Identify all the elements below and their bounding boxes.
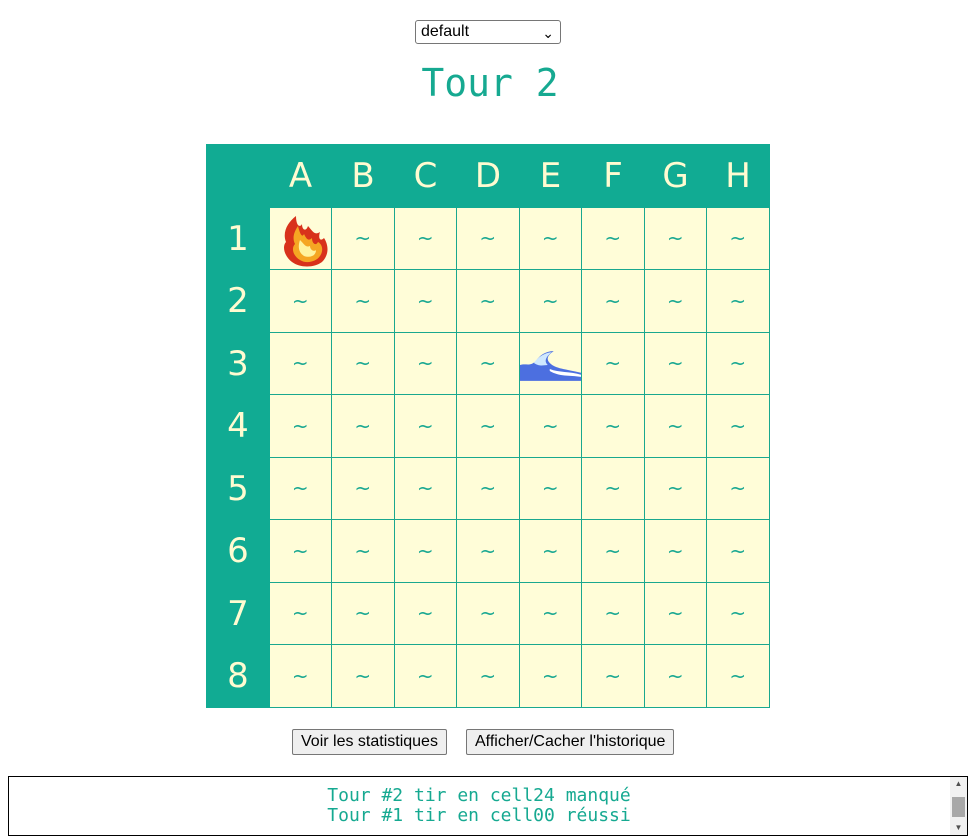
board-cell[interactable]: ~ [457,457,520,520]
board-cell[interactable]: ~ [269,395,332,458]
board-cell[interactable]: ~ [457,520,520,583]
board-cell-miss[interactable] [519,332,582,395]
column-header-h: H [725,156,751,196]
wave-icon [519,351,581,381]
board-cell[interactable]: ~ [394,520,457,583]
board-cell[interactable]: ~ [332,582,395,645]
board-cell[interactable]: ~ [644,582,707,645]
column-header-f: F [603,156,623,196]
board-cell[interactable]: ~ [269,457,332,520]
board-cell[interactable]: ~ [457,645,520,708]
toggle-history-button[interactable]: Afficher/Cacher l'historique [466,729,675,755]
board-cell[interactable]: ~ [457,270,520,333]
board-cell[interactable]: ~ [582,582,645,645]
board-cell[interactable]: ~ [519,457,582,520]
game-board: A B C D E F G H 1 2 3 4 5 6 7 8 ~ ~ ~ ~ ~ ~ ~ ~ ~ ~ ~ ~ ~ ~ ~ ~ ~ ~ ~ ~ ~ ~ ~ ~… [206,144,770,708]
board-cell-hit[interactable] [269,207,332,270]
board-cell[interactable]: ~ [394,395,457,458]
board-cell[interactable]: ~ [582,520,645,583]
row-header-8: 8 [227,656,249,696]
row-header-4: 4 [227,406,249,446]
row-header-7: 7 [227,593,249,634]
scroll-up-icon[interactable]: ▲ [950,777,967,791]
board-cell[interactable]: ~ [707,332,770,395]
board-cell[interactable]: ~ [707,270,770,333]
board-cell[interactable]: ~ [582,332,645,395]
board-cell[interactable]: ~ [394,457,457,520]
board-cell[interactable]: ~ [582,207,645,270]
board-cell[interactable]: ~ [644,457,707,520]
board-cell[interactable]: ~ [519,582,582,645]
row-header-1: 1 [227,218,249,259]
column-header-g: G [662,156,689,196]
mode-select[interactable]: default ⌄ [415,20,561,44]
board-cell[interactable]: ~ [332,207,395,270]
board-cell[interactable]: ~ [707,395,770,458]
board-cell[interactable]: ~ [269,270,332,333]
board-cell[interactable]: ~ [332,395,395,458]
board-cell[interactable]: ~ [707,645,770,708]
board-cell[interactable]: ~ [457,207,520,270]
scroll-down-icon[interactable]: ▼ [950,821,967,835]
board-cell[interactable]: ~ [457,582,520,645]
scroll-thumb[interactable] [952,797,965,817]
mode-select-value: default [421,23,470,40]
board-cell[interactable]: ~ [707,207,770,270]
board-cell[interactable]: ~ [394,645,457,708]
column-header-d: D [474,156,502,196]
board-cell[interactable]: ~ [582,395,645,458]
history-scrollbar[interactable]: ▲ ▼ [950,777,967,835]
board-cell[interactable]: ~ [269,520,332,583]
board-cell[interactable]: ~ [332,457,395,520]
board-cell[interactable]: ~ [519,270,582,333]
board-cell[interactable]: ~ [644,520,707,583]
board-cell[interactable]: ~ [394,270,457,333]
column-header-a: A [288,156,313,196]
board-cell[interactable]: ~ [519,207,582,270]
fire-icon [283,215,327,266]
board-cell[interactable]: ~ [519,395,582,458]
board-cell[interactable]: ~ [332,645,395,708]
stats-button[interactable]: Voir les statistiques [292,729,447,755]
board-cell[interactable]: ~ [519,645,582,708]
board-cell[interactable]: ~ [644,395,707,458]
board-cell[interactable]: ~ [644,645,707,708]
board-cell[interactable]: ~ [457,332,520,395]
board-cell[interactable]: ~ [394,582,457,645]
board-cell[interactable]: ~ [457,395,520,458]
board-cell[interactable]: ~ [269,332,332,395]
board-cell[interactable]: ~ [582,270,645,333]
history-entry: Tour #2 tir en cell24 manqué [327,785,631,806]
board-cell[interactable]: ~ [644,207,707,270]
board-cell[interactable]: ~ [394,207,457,270]
row-header-5: 5 [227,468,249,509]
board-cell[interactable]: ~ [644,332,707,395]
board-cell[interactable]: ~ [269,645,332,708]
page-title: Tour 2 [421,61,559,105]
row-header-3: 3 [227,343,249,384]
chevron-down-icon: ⌄ [542,25,554,41]
history-list: Tour #2 tir en cell24 manqué Tour #1 tir … [9,777,967,826]
board-cell[interactable]: ~ [582,457,645,520]
board-cell[interactable]: ~ [707,457,770,520]
column-header-b: B [351,156,375,196]
row-header-6: 6 [227,531,249,571]
board-cell[interactable]: ~ [582,645,645,708]
history-entry: Tour #1 tir en cell00 réussi [327,805,631,826]
board-cell[interactable]: ~ [707,582,770,645]
board-cell[interactable]: ~ [394,332,457,395]
board-cell[interactable]: ~ [332,332,395,395]
board-cell[interactable]: ~ [332,270,395,333]
board-cell[interactable]: ~ [519,520,582,583]
board-cell[interactable]: ~ [269,582,332,645]
row-header-2: 2 [227,281,249,321]
board-cell[interactable]: ~ [644,270,707,333]
board-cell[interactable]: ~ [332,520,395,583]
column-header-c: C [413,156,438,196]
history-panel[interactable]: Tour #2 tir en cell24 manqué Tour #1 tir … [8,776,968,836]
column-header-e: E [539,156,562,196]
board-cell[interactable]: ~ [707,520,770,583]
